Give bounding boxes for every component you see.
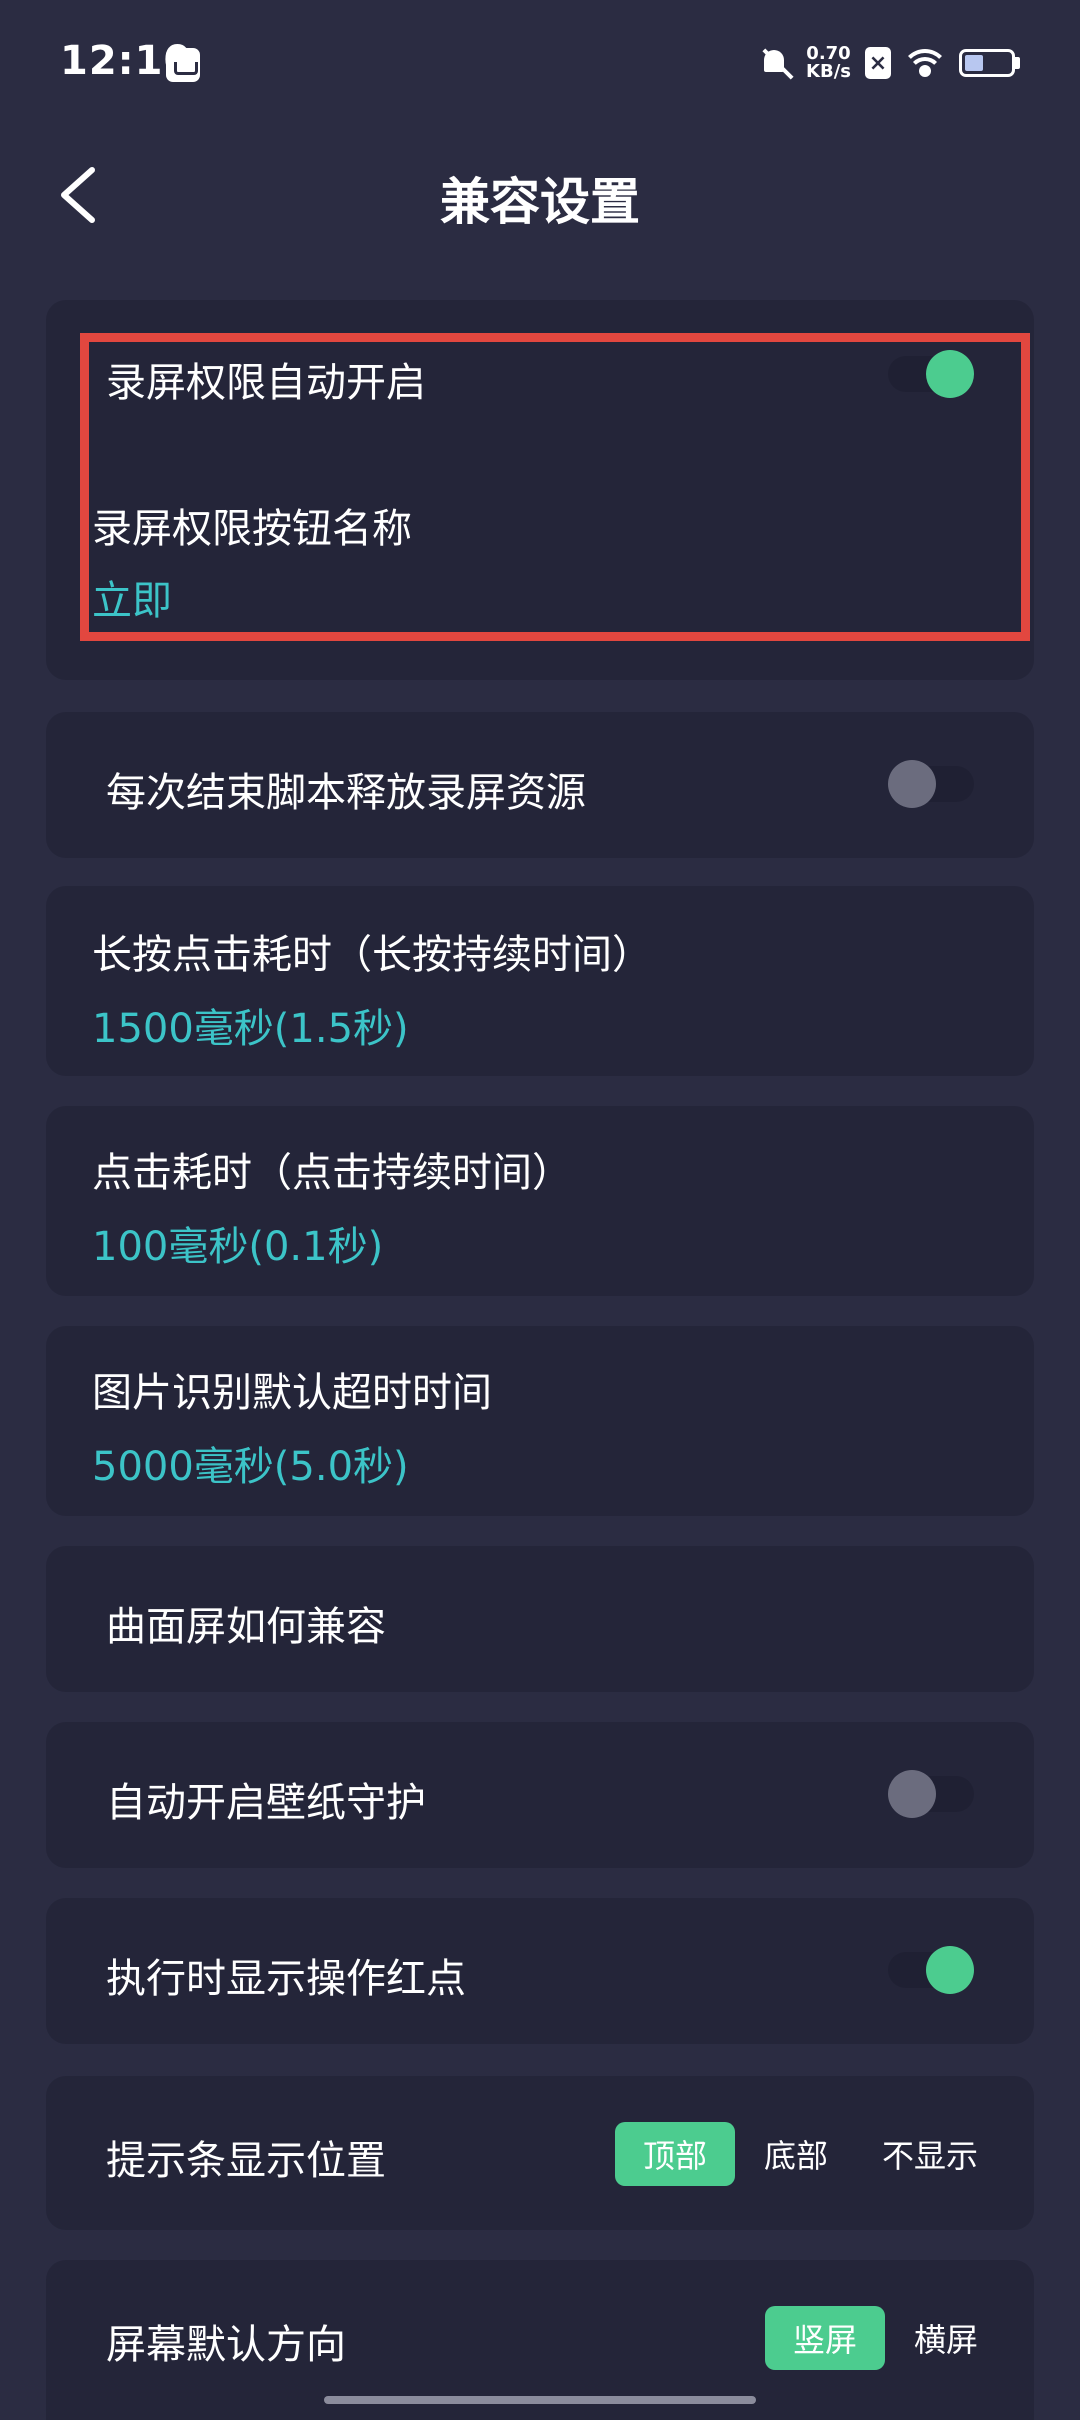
network-speed-unit: KB/s <box>806 61 851 82</box>
image-recognition-timeout-label: 图片识别默认超时时间 <box>92 1370 492 1416</box>
wallpaper-guard-toggle[interactable] <box>888 1770 974 1818</box>
screen-orientation-label: 屏幕默认方向 <box>106 2322 346 2368</box>
release-record-resource-label: 每次结束脚本释放录屏资源 <box>106 770 586 816</box>
tip-bar-option-top[interactable]: 顶部 <box>615 2122 735 2186</box>
release-record-resource-toggle[interactable] <box>888 760 974 808</box>
show-red-dot-toggle[interactable] <box>888 1946 974 1994</box>
wallpaper-guard-label: 自动开启壁纸守护 <box>106 1780 426 1826</box>
mute-icon <box>758 46 792 80</box>
home-indicator[interactable] <box>324 2396 756 2404</box>
tip-bar-position-label: 提示条显示位置 <box>106 2138 386 2184</box>
wifi-icon <box>905 47 945 79</box>
show-red-dot-label: 执行时显示操作红点 <box>106 1956 466 2002</box>
app-notification-icon <box>166 48 200 82</box>
tip-bar-option-hide[interactable]: 不显示 <box>872 2122 988 2186</box>
long-press-duration-value: 1500毫秒(1.5秒) <box>92 1006 409 1052</box>
tip-bar-option-bottom[interactable]: 底部 <box>748 2122 844 2186</box>
tap-duration-label: 点击耗时（点击持续时间） <box>92 1150 572 1196</box>
orientation-option-landscape[interactable]: 横屏 <box>898 2306 994 2370</box>
image-recognition-timeout-value: 5000毫秒(5.0秒) <box>92 1444 409 1490</box>
battery-icon <box>959 49 1015 77</box>
long-press-duration-label: 长按点击耗时（长按持续时间） <box>92 932 652 978</box>
highlight-box <box>80 333 1030 641</box>
status-icons: 0.70 KB/s × <box>758 40 1020 86</box>
network-speed: 0.70 KB/s <box>806 45 851 81</box>
page-title: 兼容设置 <box>440 173 640 231</box>
curved-screen-label: 曲面屏如何兼容 <box>106 1604 386 1650</box>
tap-duration-value: 100毫秒(0.1秒) <box>92 1224 384 1270</box>
orientation-option-portrait[interactable]: 竖屏 <box>765 2306 885 2370</box>
sim-x-icon: × <box>865 47 891 79</box>
